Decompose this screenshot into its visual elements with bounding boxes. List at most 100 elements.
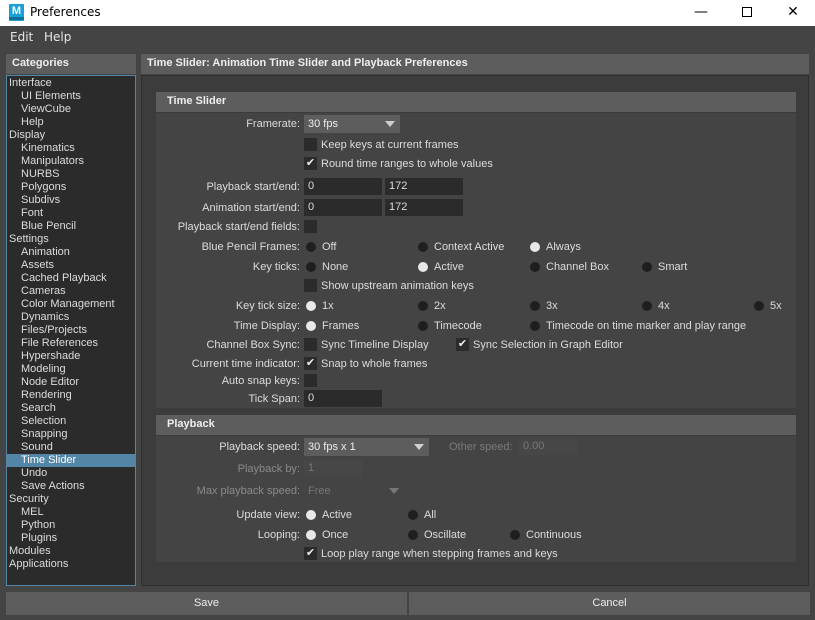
chevron-down-icon <box>380 115 400 133</box>
sidebar-item-dynamics[interactable]: Dynamics <box>7 311 135 324</box>
playback-speed-dropdown[interactable]: 30 fps x 1 <box>304 438 429 456</box>
sidebar-item-plugins[interactable]: Plugins <box>7 532 135 545</box>
sidebar-item-file-references[interactable]: File References <box>7 337 135 350</box>
sidebar-item-color-management[interactable]: Color Management <box>7 298 135 311</box>
show-upstream-checkbox[interactable] <box>304 279 317 292</box>
keep-keys-label: Keep keys at current frames <box>321 139 459 151</box>
key-ticks-channelbox-radio[interactable] <box>530 262 540 272</box>
looping-continuous-radio[interactable] <box>510 530 520 540</box>
sidebar-item-undo[interactable]: Undo <box>7 467 135 480</box>
animation-end-field[interactable]: 172 <box>385 199 463 216</box>
blue-pencil-context-label: Context Active <box>434 241 505 253</box>
sidebar-item-selection[interactable]: Selection <box>7 415 135 428</box>
tick-span-field[interactable]: 0 <box>304 390 382 407</box>
tick-size-4x-label: 4x <box>658 300 670 312</box>
menu-help[interactable]: Help <box>44 30 71 44</box>
playback-end-field[interactable]: 172 <box>385 178 463 195</box>
title-bar: M Preferences — ✕ <box>0 0 815 26</box>
sidebar-item-manipulators[interactable]: Manipulators <box>7 155 135 168</box>
blue-pencil-always-radio[interactable] <box>530 242 540 252</box>
tick-span-label: Tick Span: <box>248 393 300 405</box>
sidebar-item-polygons[interactable]: Polygons <box>7 181 135 194</box>
sidebar-item-time-slider[interactable]: Time Slider <box>7 454 135 467</box>
keep-keys-checkbox[interactable] <box>304 138 317 151</box>
tick-size-1x-label: 1x <box>322 300 334 312</box>
sidebar-item-subdivs[interactable]: Subdivs <box>7 194 135 207</box>
sidebar-item-kinematics[interactable]: Kinematics <box>7 142 135 155</box>
other-speed-field[interactable]: 0.00 <box>519 438 577 455</box>
snap-whole-checkbox[interactable]: ✔ <box>304 357 317 370</box>
sidebar-item-applications[interactable]: Applications <box>7 558 135 571</box>
menu-edit[interactable]: Edit <box>10 30 33 44</box>
playback-start-field[interactable]: 0 <box>304 178 382 195</box>
tick-size-1x-radio[interactable] <box>306 301 316 311</box>
playback-by-field[interactable]: 1 <box>304 460 362 477</box>
sidebar-item-save-actions[interactable]: Save Actions <box>7 480 135 493</box>
sync-timeline-checkbox[interactable] <box>304 338 317 351</box>
sidebar-item-font[interactable]: Font <box>7 207 135 220</box>
sidebar-item-display[interactable]: Display <box>7 129 135 142</box>
sidebar-item-search[interactable]: Search <box>7 402 135 415</box>
time-display-label: Time Display: <box>233 320 300 332</box>
time-display-frames-radio[interactable] <box>306 321 316 331</box>
looping-once-radio[interactable] <box>306 530 316 540</box>
sidebar-item-modules[interactable]: Modules <box>7 545 135 558</box>
close-icon[interactable]: ✕ <box>770 0 815 26</box>
tick-size-2x-radio[interactable] <box>418 301 428 311</box>
categories-list[interactable]: Interface UI Elements ViewCube Help Display K… <box>6 75 136 586</box>
framerate-dropdown[interactable]: 30 fps <box>304 115 400 133</box>
sidebar-item-sound[interactable]: Sound <box>7 441 135 454</box>
time-display-marker-radio[interactable] <box>530 321 540 331</box>
maximize-icon[interactable] <box>724 0 770 26</box>
sidebar-item-help[interactable]: Help <box>7 116 135 129</box>
sidebar-item-viewcube[interactable]: ViewCube <box>7 103 135 116</box>
looping-oscillate-radio[interactable] <box>408 530 418 540</box>
sidebar-item-snapping[interactable]: Snapping <box>7 428 135 441</box>
sidebar-item-blue-pencil[interactable]: Blue Pencil <box>7 220 135 233</box>
update-view-all-radio[interactable] <box>408 510 418 520</box>
update-view-active-radio[interactable] <box>306 510 316 520</box>
auto-snap-label: Auto snap keys: <box>221 375 300 387</box>
sidebar-item-modeling[interactable]: Modeling <box>7 363 135 376</box>
sidebar-item-cameras[interactable]: Cameras <box>7 285 135 298</box>
sync-selection-checkbox[interactable]: ✔ <box>456 338 469 351</box>
sidebar-item-rendering[interactable]: Rendering <box>7 389 135 402</box>
sidebar-item-settings[interactable]: Settings <box>7 233 135 246</box>
sidebar-item-cached-playback[interactable]: Cached Playback <box>7 272 135 285</box>
blue-pencil-off-radio[interactable] <box>306 242 316 252</box>
sidebar-item-security[interactable]: Security <box>7 493 135 506</box>
looping-once-label: Once <box>322 529 349 541</box>
sidebar-item-mel[interactable]: MEL <box>7 506 135 519</box>
sidebar-item-interface[interactable]: Interface <box>7 77 135 90</box>
blue-pencil-context-radio[interactable] <box>418 242 428 252</box>
time-display-timecode-label: Timecode <box>434 320 482 332</box>
max-speed-dropdown[interactable]: Free <box>304 482 404 500</box>
tick-size-5x-radio[interactable] <box>754 301 764 311</box>
cancel-button[interactable]: Cancel <box>409 592 810 615</box>
sync-selection-label: Sync Selection in Graph Editor <box>473 339 623 351</box>
sidebar-item-hypershade[interactable]: Hypershade <box>7 350 135 363</box>
loop-play-checkbox[interactable]: ✔ <box>304 547 317 560</box>
playback-fields-checkbox[interactable] <box>304 220 317 233</box>
sidebar-item-python[interactable]: Python <box>7 519 135 532</box>
sidebar-item-ui-elements[interactable]: UI Elements <box>7 90 135 103</box>
save-button[interactable]: Save <box>6 592 407 615</box>
sidebar-item-animation[interactable]: Animation <box>7 246 135 259</box>
tick-size-4x-radio[interactable] <box>642 301 652 311</box>
sidebar-item-assets[interactable]: Assets <box>7 259 135 272</box>
key-ticks-none-radio[interactable] <box>306 262 316 272</box>
tick-size-3x-label: 3x <box>546 300 558 312</box>
playback-section-header[interactable]: Playback <box>156 415 796 435</box>
sidebar-item-files-projects[interactable]: Files/Projects <box>7 324 135 337</box>
sidebar-item-nurbs[interactable]: NURBS <box>7 168 135 181</box>
round-ranges-checkbox[interactable]: ✔ <box>304 157 317 170</box>
key-ticks-smart-radio[interactable] <box>642 262 652 272</box>
animation-start-field[interactable]: 0 <box>304 199 382 216</box>
time-display-timecode-radio[interactable] <box>418 321 428 331</box>
tick-size-3x-radio[interactable] <box>530 301 540 311</box>
auto-snap-checkbox[interactable] <box>304 374 317 387</box>
minimize-icon[interactable]: — <box>678 0 724 26</box>
sidebar-item-node-editor[interactable]: Node Editor <box>7 376 135 389</box>
time-slider-section-header[interactable]: Time Slider <box>156 92 796 112</box>
key-ticks-active-radio[interactable] <box>418 262 428 272</box>
